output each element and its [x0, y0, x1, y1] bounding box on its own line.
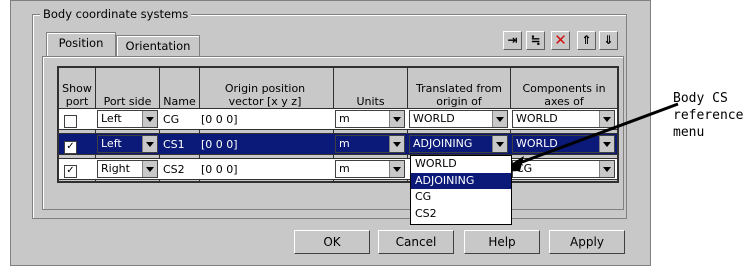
- dropdown-option-cg[interactable]: CG: [411, 189, 511, 206]
- dropdown-option-cs2[interactable]: CS2: [411, 206, 511, 223]
- tab-position[interactable]: Position: [46, 32, 116, 56]
- dropdown-option-world[interactable]: WORLD: [411, 156, 511, 173]
- callout-label: Body CS reference menu: [673, 91, 744, 140]
- dropdown-option-adjoining[interactable]: ADJOINING: [411, 172, 511, 189]
- reference-dropdown-menu: WORLD ADJOINING CG CS2: [410, 155, 512, 225]
